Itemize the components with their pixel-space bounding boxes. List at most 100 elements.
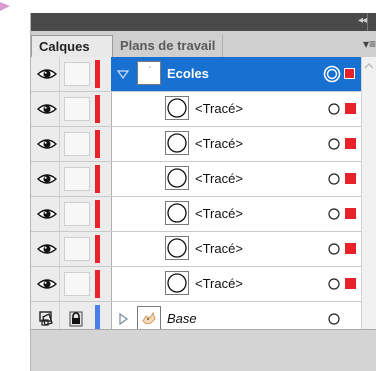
layer-controls — [31, 162, 112, 196]
eye-icon[interactable] — [37, 136, 57, 152]
layer-color-bar — [95, 60, 100, 88]
layer-color-bar — [95, 130, 100, 158]
layer-controls — [31, 127, 112, 161]
selection-indicator[interactable] — [345, 243, 356, 254]
layer-row[interactable]: Ecoles — [31, 57, 376, 92]
path-thumbnail-icon — [167, 273, 187, 293]
layer-controls — [31, 267, 112, 301]
layers-scrollbar[interactable] — [361, 57, 376, 329]
layer-content[interactable]: <Tracé> — [111, 162, 376, 196]
eye-icon[interactable] — [37, 241, 57, 257]
target-circle-icon[interactable] — [327, 242, 341, 256]
panel-footer — [31, 329, 376, 371]
layer-thumbnail — [165, 271, 189, 295]
collapse-panel-icon[interactable]: ◂◂ — [358, 15, 367, 26]
layer-thumbnail — [165, 96, 189, 120]
path-thumbnail-icon — [167, 203, 187, 223]
layer-row[interactable]: <Tracé> — [31, 92, 376, 127]
layer-controls — [31, 197, 112, 231]
layer-color-bar — [95, 270, 100, 298]
layer-color-bar — [95, 200, 100, 228]
tab-calques[interactable]: Calques — [31, 35, 113, 57]
disclosure-triangle-icon[interactable] — [117, 68, 129, 80]
lock-toggle[interactable] — [64, 202, 90, 226]
target-circle-icon[interactable] — [327, 172, 341, 186]
target-circle-icon[interactable] — [323, 65, 341, 83]
tab-plans-de-travail[interactable]: Plans de travail — [113, 35, 224, 57]
layer-name: Ecoles — [167, 66, 209, 81]
disclosure-triangle-icon[interactable] — [117, 313, 129, 325]
layer-name: <Tracé> — [195, 171, 243, 186]
layers-panel: ◂◂ Calques Plans de travail ▾≡ Ecoles <Tr… — [30, 13, 376, 371]
target-circle-icon[interactable] — [327, 137, 341, 151]
layer-content[interactable]: <Tracé> — [111, 92, 376, 126]
lock-toggle[interactable] — [64, 97, 90, 121]
lock-toggle[interactable] — [64, 167, 90, 191]
selection-indicator[interactable] — [345, 173, 356, 184]
close-panel-icon[interactable] — [367, 13, 376, 31]
layer-row[interactable]: <Tracé> — [31, 232, 376, 267]
lock-toggle[interactable] — [64, 272, 90, 296]
selection-indicator[interactable] — [344, 68, 355, 79]
eye-icon[interactable] — [37, 206, 57, 222]
layer-thumbnail — [165, 201, 189, 225]
panel-title-bar: ◂◂ — [31, 13, 376, 31]
selection-indicator[interactable] — [345, 278, 356, 289]
layer-controls — [31, 57, 112, 91]
layer-controls — [31, 232, 112, 266]
selection-indicator[interactable] — [345, 138, 356, 149]
control-divider — [59, 57, 60, 91]
layer-thumbnail-icon — [149, 66, 151, 68]
selection-indicator[interactable] — [345, 208, 356, 219]
map-thumbnail-icon — [142, 312, 156, 325]
cursor-fragment-icon — [0, 2, 10, 11]
layer-thumbnail — [165, 166, 189, 190]
layer-content[interactable]: <Tracé> — [111, 267, 376, 301]
layer-color-bar — [95, 165, 100, 193]
layer-row[interactable]: <Tracé> — [31, 197, 376, 232]
layer-thumbnail — [165, 236, 189, 260]
panel-menu-icon[interactable]: ▾≡ — [363, 37, 376, 51]
layer-name: <Tracé> — [195, 241, 243, 256]
target-circle-icon[interactable] — [327, 102, 341, 116]
layer-color-bar — [95, 235, 100, 263]
layer-row[interactable]: <Tracé> — [31, 267, 376, 302]
eye-icon[interactable] — [37, 171, 57, 187]
path-thumbnail-icon — [167, 98, 187, 118]
target-circle-icon[interactable] — [327, 207, 341, 221]
panel-tab-bar: Calques Plans de travail ▾≡ — [31, 31, 376, 58]
template-icon[interactable] — [37, 311, 57, 327]
eye-icon[interactable] — [37, 101, 57, 117]
layer-row[interactable]: <Tracé> — [31, 127, 376, 162]
layer-controls — [31, 92, 112, 126]
layer-color-bar — [95, 95, 100, 123]
eye-icon[interactable] — [37, 276, 57, 292]
control-divider — [59, 197, 60, 231]
layer-name: <Tracé> — [195, 136, 243, 151]
path-thumbnail-icon — [167, 168, 187, 188]
layer-name: <Tracé> — [195, 206, 243, 221]
layer-content[interactable]: <Tracé> — [111, 127, 376, 161]
layer-name: Base — [167, 311, 197, 326]
control-divider — [59, 232, 60, 266]
layer-name: <Tracé> — [195, 101, 243, 116]
lock-toggle[interactable] — [64, 62, 90, 86]
layer-thumbnail — [137, 306, 161, 330]
eye-icon[interactable] — [37, 66, 57, 82]
layer-row[interactable]: <Tracé> — [31, 162, 376, 197]
layer-content[interactable]: <Tracé> — [111, 197, 376, 231]
layer-content[interactable]: <Tracé> — [111, 232, 376, 266]
control-divider — [59, 267, 60, 301]
control-divider — [59, 162, 60, 196]
lock-icon[interactable] — [66, 311, 86, 327]
selection-indicator[interactable] — [345, 103, 356, 114]
layer-name: <Tracé> — [195, 276, 243, 291]
scroll-up-icon[interactable] — [363, 61, 375, 71]
layer-content[interactable]: Ecoles — [111, 57, 376, 91]
lock-toggle[interactable] — [64, 237, 90, 261]
lock-toggle[interactable] — [64, 132, 90, 156]
target-circle-icon[interactable] — [327, 312, 341, 326]
control-divider — [59, 92, 60, 126]
target-circle-icon[interactable] — [327, 277, 341, 291]
layers-list: Ecoles <Tracé> <Tracé> <Tracé> <Tracé> <Tracé… — [31, 57, 376, 337]
